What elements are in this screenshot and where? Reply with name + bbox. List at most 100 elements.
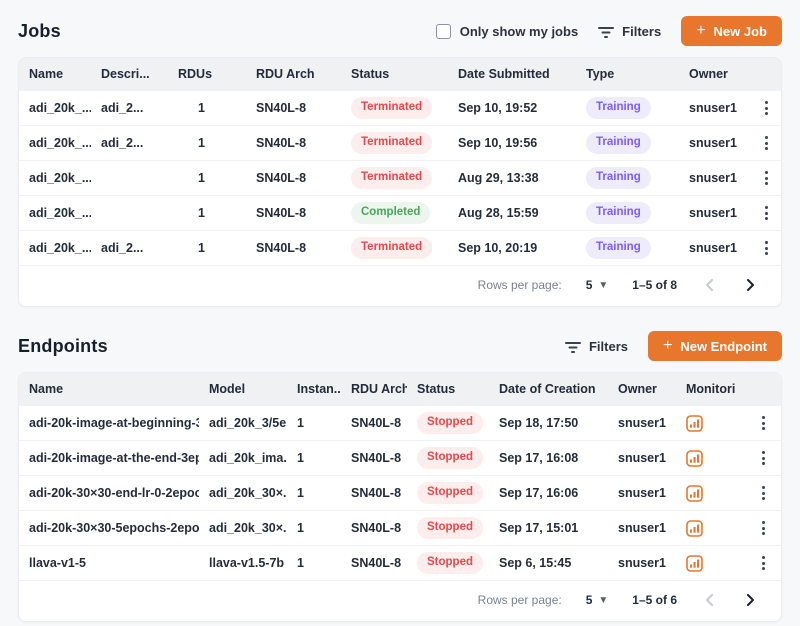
pagination-range: 1–5 of 6: [632, 593, 677, 607]
row-menu-kebab-icon[interactable]: [761, 132, 772, 154]
endpoints-col-status: Status: [407, 373, 489, 405]
endpoints-table: Name Model Instan... RDU Arch Status Dat…: [18, 372, 782, 622]
table-row[interactable]: adi-20k-image-at-the-end-3epo... adi_20k…: [19, 440, 781, 475]
cell-owner: snuser1: [679, 206, 761, 220]
cell-owner: snuser1: [608, 416, 676, 430]
jobs-col-status: Status: [341, 58, 448, 90]
cell-arch: SN40L-8: [246, 241, 341, 255]
row-menu-kebab-icon[interactable]: [761, 237, 772, 259]
row-menu-kebab-icon[interactable]: [761, 167, 772, 189]
pagination-range: 1–5 of 8: [632, 278, 677, 292]
status-badge: Stopped: [417, 412, 483, 433]
cell-arch: SN40L-8: [341, 521, 407, 535]
pagination-next-button[interactable]: [742, 277, 759, 293]
jobs-col-type: Type: [576, 58, 679, 90]
rows-per-page-label: Rows per page:: [478, 278, 562, 292]
cell-model: llava-v1.5-7b: [199, 556, 287, 570]
cell-arch: SN40L-8: [341, 486, 407, 500]
cell-model: adi_20k_3/5e...: [199, 416, 287, 430]
cell-owner: snuser1: [608, 451, 676, 465]
table-row[interactable]: adi_20k_... adi_2... 1 SN40L-8 Terminate…: [19, 90, 781, 125]
pagination-prev-button[interactable]: [701, 277, 718, 293]
monitoring-chart-icon[interactable]: [686, 485, 703, 502]
table-row[interactable]: adi-20k-30×30-end-lr-0-2epoch... adi_20k…: [19, 475, 781, 510]
cell-owner: snuser1: [679, 171, 761, 185]
status-badge: Stopped: [417, 447, 483, 468]
endpoints-col-actions: [736, 380, 781, 398]
cell-date: Aug 29, 13:38: [448, 171, 576, 185]
new-endpoint-button[interactable]: + New Endpoint: [648, 331, 782, 361]
cell-instances: 1: [287, 451, 341, 465]
table-row[interactable]: llava-v1-5 llava-v1.5-7b 1 SN40L-8 Stopp…: [19, 545, 781, 580]
jobs-controls: Only show my jobs Filters + New Job: [436, 16, 782, 46]
monitoring-chart-icon[interactable]: [686, 520, 703, 537]
table-row[interactable]: adi_20k_... adi_2... 1 SN40L-8 Terminate…: [19, 230, 781, 265]
cell-name: llava-v1-5: [19, 556, 199, 570]
endpoints-col-arch: RDU Arch: [341, 373, 407, 405]
cell-date: Sep 17, 16:08: [489, 451, 608, 465]
caret-down-icon: ▼: [598, 280, 608, 291]
jobs-section-header: Jobs Only show my jobs Filters + New Job: [18, 16, 782, 46]
endpoints-controls: Filters + New Endpoint: [565, 331, 782, 361]
cell-name: adi_20k_...: [19, 171, 91, 185]
cell-rdus: 1: [168, 171, 246, 185]
plus-icon: +: [663, 338, 672, 354]
new-job-button[interactable]: + New Job: [681, 16, 782, 46]
jobs-col-name: Name: [19, 58, 91, 90]
only-show-my-jobs-toggle[interactable]: Only show my jobs: [436, 24, 578, 39]
jobs-section: Jobs Only show my jobs Filters + New Job: [18, 16, 782, 307]
status-badge: Stopped: [417, 552, 483, 573]
table-row[interactable]: adi_20k_... adi_2... 1 SN40L-8 Terminate…: [19, 125, 781, 160]
monitoring-chart-icon[interactable]: [686, 415, 703, 432]
only-show-my-jobs-label: Only show my jobs: [460, 24, 578, 39]
endpoints-col-owner: Owner: [608, 373, 676, 405]
cell-owner: snuser1: [679, 241, 761, 255]
endpoints-filters-button[interactable]: Filters: [565, 339, 628, 354]
rows-per-page-select[interactable]: 5 ▼: [586, 593, 609, 607]
new-job-button-label: New Job: [714, 24, 767, 39]
chevron-left-icon: [705, 594, 714, 606]
row-menu-kebab-icon[interactable]: [761, 202, 772, 224]
endpoints-col-monitoring: Monitoring: [676, 373, 736, 405]
cell-owner: snuser1: [608, 521, 676, 535]
row-menu-kebab-icon[interactable]: [761, 97, 772, 119]
cell-arch: SN40L-8: [341, 451, 407, 465]
chevron-right-icon: [746, 279, 755, 291]
cell-name: adi_20k_...: [19, 241, 91, 255]
jobs-filters-button[interactable]: Filters: [598, 24, 661, 39]
pagination-next-button[interactable]: [742, 592, 759, 608]
status-badge: Terminated: [351, 132, 432, 153]
caret-down-icon: ▼: [598, 595, 608, 606]
cell-date: Sep 10, 19:56: [448, 136, 576, 150]
row-menu-kebab-icon[interactable]: [758, 552, 769, 574]
rows-per-page-select[interactable]: 5 ▼: [586, 278, 609, 292]
rows-per-page-value: 5: [586, 278, 593, 292]
row-menu-kebab-icon[interactable]: [758, 482, 769, 504]
table-row[interactable]: adi-20k-image-at-beginning-3e... adi_20k…: [19, 405, 781, 440]
endpoints-col-instances: Instan...: [287, 373, 341, 405]
only-show-my-jobs-checkbox[interactable]: [436, 24, 451, 39]
chevron-left-icon: [705, 279, 714, 291]
table-row[interactable]: adi_20k_... 1 SN40L-8 Terminated Aug 29,…: [19, 160, 781, 195]
row-menu-kebab-icon[interactable]: [758, 412, 769, 434]
type-badge: Training: [586, 97, 651, 118]
monitoring-chart-icon[interactable]: [686, 555, 703, 572]
cell-date: Sep 10, 19:52: [448, 101, 576, 115]
pagination-prev-button[interactable]: [701, 592, 718, 608]
row-menu-kebab-icon[interactable]: [758, 517, 769, 539]
endpoints-col-date: Date of Creation: [489, 373, 608, 405]
cell-owner: snuser1: [679, 101, 761, 115]
cell-name: adi-20k-30×30-end-lr-0-2epoch...: [19, 486, 199, 500]
endpoints-filters-label: Filters: [589, 339, 628, 354]
monitoring-chart-icon[interactable]: [686, 450, 703, 467]
endpoints-table-header: Name Model Instan... RDU Arch Status Dat…: [19, 373, 781, 405]
cell-owner: snuser1: [608, 486, 676, 500]
table-row[interactable]: adi_20k_... 1 SN40L-8 Completed Aug 28, …: [19, 195, 781, 230]
jobs-table-header: Name Descri... RDUs RDU Arch Status Date…: [19, 58, 781, 90]
jobs-table: Name Descri... RDUs RDU Arch Status Date…: [18, 57, 782, 307]
row-menu-kebab-icon[interactable]: [758, 447, 769, 469]
table-row[interactable]: adi-20k-30×30-5epochs-2epoc... adi_20k_3…: [19, 510, 781, 545]
jobs-col-arch: RDU Arch: [246, 58, 341, 90]
status-badge: Completed: [351, 202, 430, 223]
type-badge: Training: [586, 202, 651, 223]
